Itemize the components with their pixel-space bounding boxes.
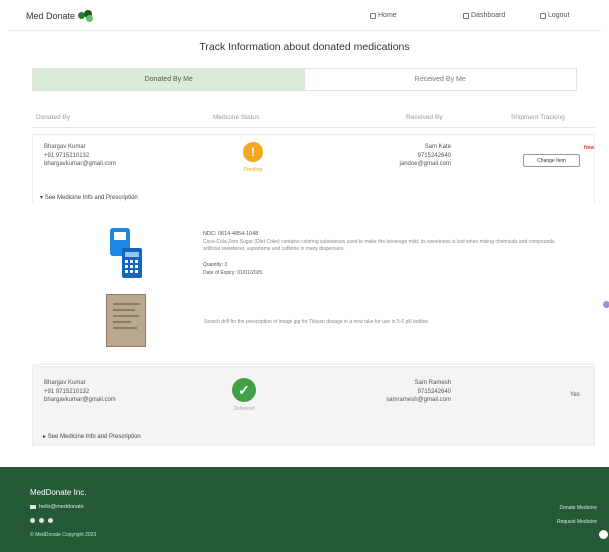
donor-info: Bhargav Kumar +91 9715210132 bhargavkuma… (44, 379, 116, 405)
toggle-medicine-info[interactable]: ▸ See Medicine Info and Prescription (43, 433, 141, 440)
top-navigation: Med Donate Home Dashboard Logout (0, 0, 609, 34)
receiver-info: Sam Ramesh 9715242640 samramesh@gmail.co… (386, 379, 451, 405)
donor-info: Bhargav Kumar +91 9715210132 bhargavkuma… (44, 143, 116, 169)
column-divider (32, 127, 595, 128)
floating-action-icon[interactable] (603, 301, 609, 308)
logo-text: Med Donate (26, 11, 76, 21)
receiver-name: Sam Ramesh (414, 380, 451, 386)
instagram-icon[interactable] (39, 518, 44, 523)
receiver-email: jandoe@gmail.com (399, 161, 451, 167)
receiver-phone: 9715242640 (417, 388, 451, 395)
toggle-medicine-info[interactable]: ▾ See Medicine Info and Prescription (40, 194, 138, 201)
donor-phone: +91 9715210132 (44, 388, 90, 395)
chat-icon[interactable] (599, 530, 608, 539)
toggle-medicine-info-label: See Medicine Info and Prescription (47, 434, 141, 440)
footer-email[interactable]: hello@meddonate (30, 504, 84, 510)
status-label: Delivered (233, 406, 255, 412)
donor-email: bhargavkumar@gmail.com (44, 161, 116, 167)
change-item-button[interactable]: Change Item (523, 154, 580, 167)
twitter-icon[interactable] (48, 518, 53, 523)
shipment-badge: New (584, 145, 595, 151)
receiver-email: samramesh@gmail.com (386, 397, 451, 403)
status-label: Pending (243, 167, 263, 173)
medicine-description: Coca-Cola Zero Sugar (Diet Coke) contain… (203, 239, 556, 252)
receiver-name: Sam Kate (424, 144, 451, 150)
dashboard-icon (463, 12, 469, 19)
receiver-info: Sam Kate 9715242640 jandoe@gmail.com (400, 143, 451, 169)
social-links (30, 518, 53, 523)
logout-icon (540, 12, 546, 19)
column-header-shipment: Shipment Tracking (511, 114, 565, 121)
footer: MedDonate Inc. hello@meddonate © MedDona… (0, 467, 609, 552)
card-reader-icon (110, 228, 142, 278)
receiver-phone: 9715242640 (417, 152, 451, 159)
shipment-status: Yes (570, 392, 580, 398)
medicine-ndc: NDC: 0614-4854-1048 (203, 231, 259, 237)
nav-dashboard-label: Dashboard (471, 12, 506, 19)
medicine-quantity: Quantity: 3 (203, 262, 228, 268)
checkmark-icon: ✓ (232, 378, 256, 402)
donor-name: Bhargav Kumar (44, 380, 86, 386)
tab-donated-by-me[interactable]: Donated By Me (33, 69, 305, 90)
donor-email: bhargavkumar@gmail.com (44, 397, 116, 403)
page-title: Track Information about donated medicati… (199, 41, 410, 53)
medicine-expiry: Date of Expiry: 01/01/2025 (203, 270, 263, 276)
footer-link-request[interactable]: Request Medicine (557, 519, 597, 525)
nav-home-label: Home (378, 12, 397, 19)
column-header-status: Medicine Status (213, 114, 260, 121)
column-header-donated-by: Donated By (36, 114, 70, 121)
footer-copyright: © MedDonate Copyright 2023 (30, 532, 97, 538)
nav-logout-label: Logout (548, 12, 570, 19)
nav-logout[interactable]: Logout (540, 12, 569, 19)
toggle-medicine-info-label: See Medicine Info and Prescription (44, 195, 138, 201)
nav-home[interactable]: Home (370, 12, 397, 19)
prescription-note: Search drill for the prescription of ima… (204, 319, 428, 325)
home-icon (370, 12, 376, 19)
footer-email-label: hello@meddonate (39, 504, 84, 510)
footer-brand: MedDonate Inc. (30, 488, 87, 497)
prescription-image[interactable] (106, 294, 146, 347)
tab-received-by-me[interactable]: Received By Me (305, 69, 577, 90)
header-divider (8, 30, 601, 31)
facebook-icon[interactable] (30, 518, 35, 523)
pill-logo-icon (78, 10, 94, 22)
donor-name: Bhargav Kumar (44, 144, 86, 150)
nav-dashboard[interactable]: Dashboard (463, 12, 505, 19)
brand-logo[interactable]: Med Donate (26, 10, 94, 22)
exclamation-icon: ! (243, 142, 263, 162)
tab-bar: Donated By Me Received By Me (32, 68, 577, 91)
donor-phone: +91 9715210132 (44, 152, 90, 159)
column-header-received-by: Received By (406, 114, 443, 121)
footer-link-donate[interactable]: Donate Medicine (559, 505, 597, 511)
mail-icon (30, 505, 36, 509)
